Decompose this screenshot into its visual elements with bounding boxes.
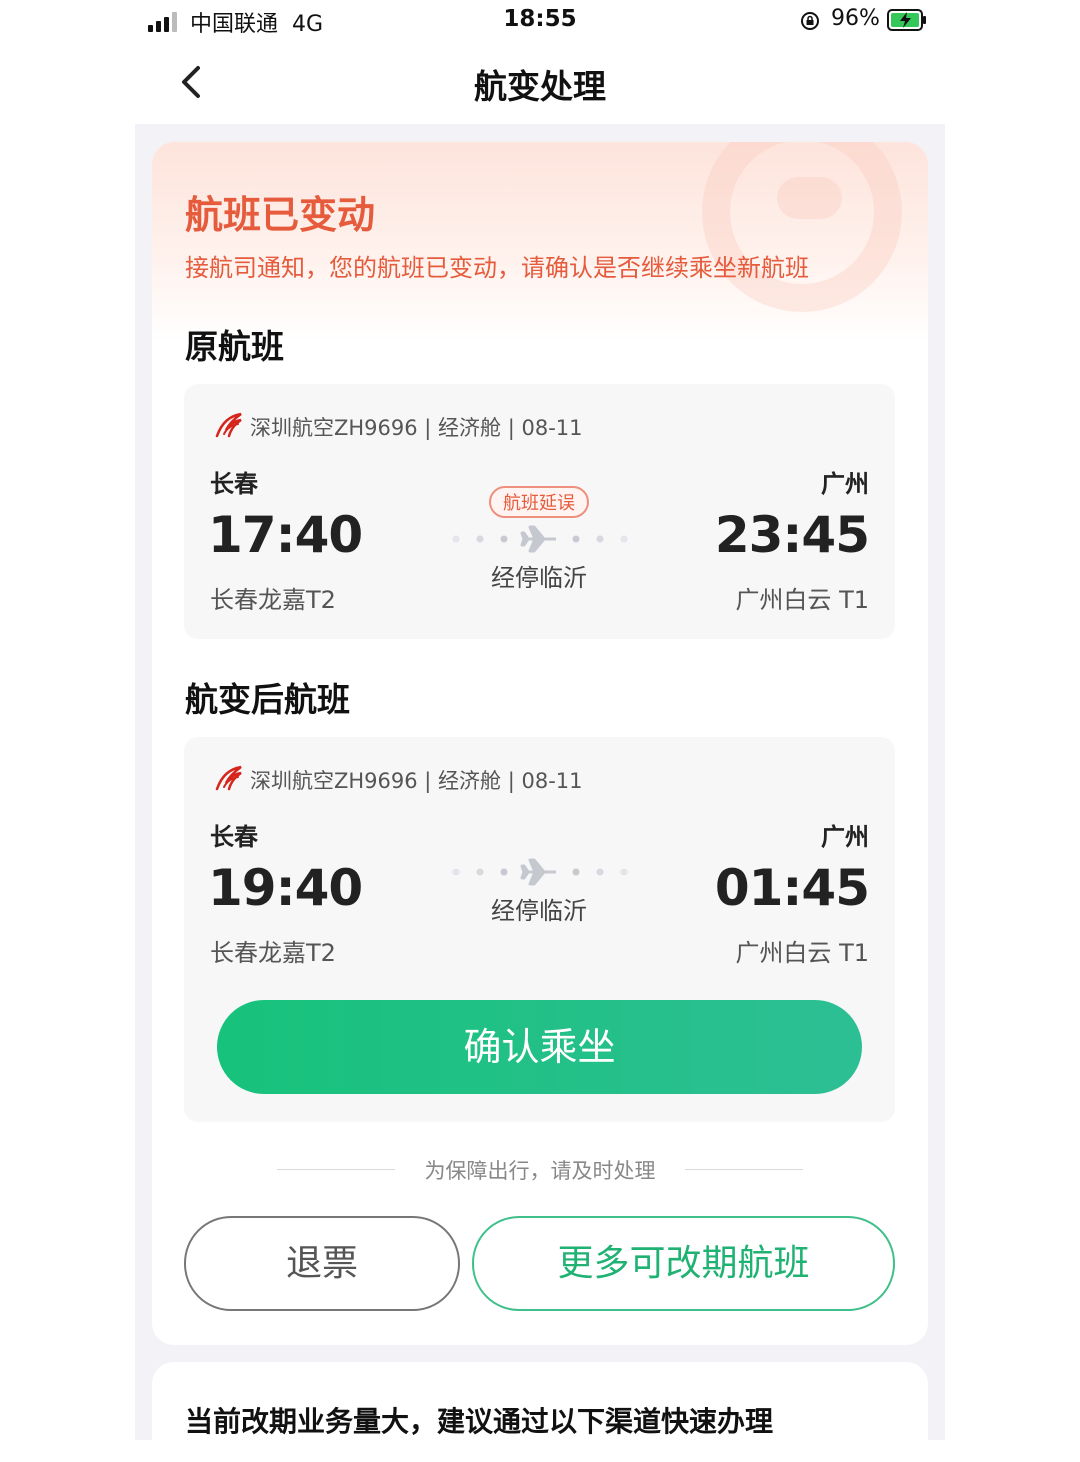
departure-terminal: 长春龙嘉T2: [210, 939, 336, 967]
refund-button[interactable]: 退票: [184, 1216, 460, 1311]
shenzhen-airlines-logo-icon: [215, 765, 242, 791]
arrival-terminal: 广州白云 T1: [735, 586, 869, 614]
original-flight-title: 原航班: [185, 327, 284, 366]
shenzhen-airlines-logo-icon: [215, 412, 242, 438]
battery-charging-icon: [887, 9, 926, 31]
page-title: 航变处理: [474, 67, 606, 106]
plane-route-icon: [452, 858, 628, 886]
departure-terminal: 长春龙嘉T2: [210, 586, 336, 614]
plane-route-icon: [452, 525, 628, 553]
arrival-city: 广州: [821, 470, 869, 498]
stopover-label: 经停临沂: [491, 564, 587, 592]
nav-bar: 航变处理: [0, 44, 1080, 124]
original-flight-card: 深圳航空ZH9696 | 经济舱 | 08-11 长春 广州 航班延误 17:4…: [184, 384, 895, 639]
confirm-ride-button[interactable]: 确认乘坐: [217, 1000, 862, 1094]
hint-text: 为保障出行，请及时处理: [424, 1159, 656, 1183]
notice-card: 当前改期业务量大，建议通过以下渠道快速办理: [152, 1362, 928, 1462]
more-flights-button[interactable]: 更多可改期航班: [472, 1216, 895, 1311]
flight-change-card: 航班已变动 接航司通知，您的航班已变动，请确认是否继续乘坐新航班 原航班 深圳航…: [152, 142, 928, 1345]
changed-flight-title: 航变后航班: [185, 680, 350, 719]
alert-subtitle: 接航司通知，您的航班已变动，请确认是否继续乘坐新航班: [185, 254, 809, 282]
arrival-city: 广州: [821, 823, 869, 851]
flight-info: 深圳航空ZH9696 | 经济舱 | 08-11: [250, 416, 583, 440]
flight-info: 深圳航空ZH9696 | 经济舱 | 08-11: [250, 769, 583, 793]
departure-time: 19:40: [208, 859, 363, 917]
notice-title: 当前改期业务量大，建议通过以下渠道快速办理: [185, 1405, 774, 1438]
arrival-time: 01:45: [714, 859, 870, 917]
decorative-shape: [777, 177, 842, 219]
arrival-time: 23:45: [714, 506, 870, 564]
status-bar: 中国联通 4G 18:55 96%: [0, 0, 1080, 44]
decorative-circle: [702, 142, 902, 312]
departure-time: 17:40: [208, 506, 363, 564]
battery-percent: 96%: [831, 6, 880, 31]
alert-banner: 航班已变动 接航司通知，您的航班已变动，请确认是否继续乘坐新航班: [152, 142, 928, 342]
departure-city: 长春: [210, 470, 258, 498]
arrival-terminal: 广州白云 T1: [735, 939, 869, 967]
stopover-label: 经停临沂: [491, 897, 587, 925]
alert-title: 航班已变动: [185, 193, 376, 237]
departure-city: 长春: [210, 823, 258, 851]
delay-badge: 航班延误: [489, 486, 589, 518]
rotation-lock-icon: [801, 12, 819, 30]
